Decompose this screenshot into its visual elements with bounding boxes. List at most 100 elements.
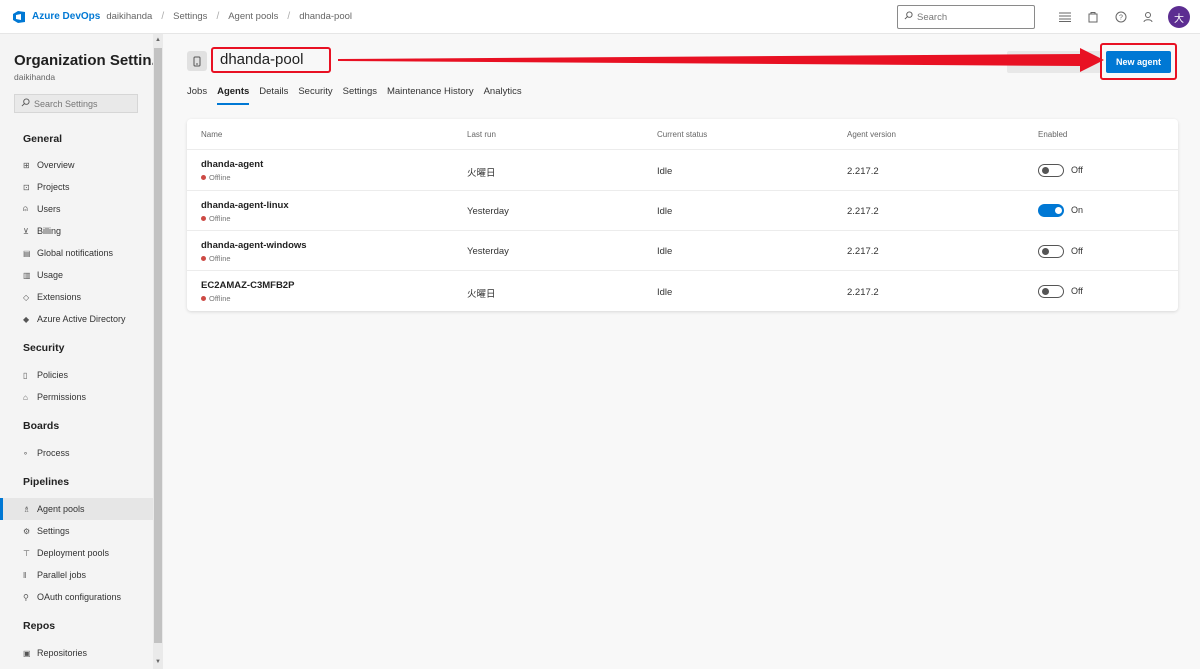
enabled-toggle[interactable] xyxy=(1038,204,1064,217)
gear-icon: ⚙ xyxy=(23,526,31,536)
tab-agents[interactable]: Agents xyxy=(217,86,250,105)
sidebar-item-label: OAuth configurations xyxy=(37,592,122,602)
agent-name[interactable]: dhanda-agent-windows xyxy=(201,240,307,251)
enabled-toggle[interactable] xyxy=(1038,285,1064,298)
sidebar-item-projects[interactable]: ⊡ Projects xyxy=(23,182,70,192)
brand-link[interactable]: Azure DevOps xyxy=(32,11,100,22)
last-run: 火曜日 xyxy=(467,289,496,300)
azure-devops-logo-icon[interactable] xyxy=(12,10,26,24)
agent-state: Offline xyxy=(201,214,231,223)
sidebar-item-label: Deployment pools xyxy=(37,548,110,558)
new-agent-button[interactable]: New agent xyxy=(1106,51,1171,73)
agent-name[interactable]: dhanda-agent-linux xyxy=(201,200,289,211)
sidebar-item-overview[interactable]: ⊞ Overview xyxy=(23,160,75,170)
current-status: Idle xyxy=(657,287,673,298)
breadcrumb-agent-pools[interactable]: Agent pools xyxy=(228,11,278,22)
breadcrumb-org[interactable]: daikihanda xyxy=(106,11,152,22)
table-row[interactable]: dhanda-agent Offline 火曜日 Idle 2.217.2 Of… xyxy=(187,149,1178,189)
tab-details[interactable]: Details xyxy=(259,86,288,103)
pool-tabs: Jobs Agents Details Security Settings Ma… xyxy=(187,86,532,105)
tab-analytics[interactable]: Analytics xyxy=(484,86,522,103)
sidebar-item-repositories[interactable]: ▣ Repositories xyxy=(23,648,87,658)
agent-pools-icon: ♗ xyxy=(23,504,31,514)
user-settings-icon[interactable] xyxy=(1135,5,1163,29)
agent-state-label: Offline xyxy=(209,214,231,223)
offline-dot-icon xyxy=(201,216,206,221)
column-header-enabled[interactable]: Enabled xyxy=(1038,130,1067,139)
column-header-name[interactable]: Name xyxy=(201,130,222,139)
breadcrumb-separator: / xyxy=(161,11,165,22)
agent-state-label: Offline xyxy=(209,294,231,303)
tab-jobs[interactable]: Jobs xyxy=(187,86,207,103)
scroll-up-icon[interactable]: ▲ xyxy=(154,35,162,45)
sidebar-item-parallel-jobs[interactable]: ‖ Parallel jobs xyxy=(23,570,86,580)
sidebar-item-process[interactable]: ∘ Process xyxy=(23,448,70,458)
top-bar-actions: Search ? 大 xyxy=(897,0,1200,34)
sidebar-active-indicator xyxy=(0,498,3,520)
sidebar-item-usage[interactable]: ▥ Usage xyxy=(23,270,63,280)
settings-search-input[interactable]: Search Settings xyxy=(14,94,138,113)
enabled-label: Off xyxy=(1071,246,1083,256)
section-repos: Repos xyxy=(23,620,56,632)
sidebar-item-billing[interactable]: ⊻ Billing xyxy=(23,226,61,236)
oauth-icon: ⚲ xyxy=(23,592,29,602)
column-header-status[interactable]: Current status xyxy=(657,130,707,139)
table-row[interactable]: dhanda-agent-windows Offline Yesterday I… xyxy=(187,230,1178,270)
agent-pool-icon xyxy=(187,51,207,71)
sidebar-item-permissions[interactable]: ⌂ Permissions xyxy=(23,392,86,402)
sidebar-item-extensions[interactable]: ◇ Extensions xyxy=(23,292,81,302)
enabled-toggle[interactable] xyxy=(1038,164,1064,177)
sidebar-item-label: Permissions xyxy=(37,392,87,402)
grid-icon: ⊞ xyxy=(23,160,30,170)
notification-icon: ▤ xyxy=(23,248,31,258)
agent-version: 2.217.2 xyxy=(847,206,879,217)
sidebar-item-policies[interactable]: ▯ Policies xyxy=(23,370,68,380)
sidebar-item-deployment-pools[interactable]: ⊤ Deployment pools xyxy=(23,548,109,558)
sidebar-item-label: Policies xyxy=(37,370,69,380)
sidebar-item-azure-active-directory[interactable]: ◆ Azure Active Directory xyxy=(23,314,126,324)
tab-security[interactable]: Security xyxy=(298,86,332,103)
breadcrumb-settings[interactable]: Settings xyxy=(173,11,207,22)
process-icon: ∘ xyxy=(23,448,29,458)
sidebar-item-label: Settings xyxy=(37,526,70,536)
sidebar-subtitle: daikihanda xyxy=(14,72,56,82)
tab-settings[interactable]: Settings xyxy=(343,86,377,103)
last-run: Yesterday xyxy=(467,246,509,257)
agent-name[interactable]: EC2AMAZ-C3MFB2P xyxy=(201,280,294,291)
offline-dot-icon xyxy=(201,256,206,261)
table-row[interactable]: EC2AMAZ-C3MFB2P Offline 火曜日 Idle 2.217.2… xyxy=(187,270,1178,310)
help-icon[interactable]: ? xyxy=(1107,5,1135,29)
column-header-version[interactable]: Agent version xyxy=(847,130,896,139)
avatar[interactable]: 大 xyxy=(1168,6,1190,28)
marketplace-bag-icon[interactable] xyxy=(1079,5,1107,29)
scroll-down-icon[interactable]: ▼ xyxy=(154,657,162,667)
top-bar: Azure DevOps daikihanda / Settings / Age… xyxy=(0,0,1200,34)
sidebar-item-oauth-configurations[interactable]: ⚲ OAuth configurations xyxy=(23,592,121,602)
sidebar-scrollbar[interactable]: ▲ ▼ xyxy=(153,34,163,669)
scrollbar-thumb[interactable] xyxy=(154,48,162,643)
svg-text:?: ? xyxy=(1119,15,1123,22)
enabled-toggle[interactable] xyxy=(1038,245,1064,258)
list-settings-icon[interactable] xyxy=(1051,5,1079,29)
sidebar-item-settings[interactable]: ⚙ Settings xyxy=(23,526,70,536)
sidebar-item-users[interactable]: ⍝ Users xyxy=(23,204,61,214)
sidebar-item-label: Projects xyxy=(37,182,70,192)
breadcrumb-pool[interactable]: dhanda-pool xyxy=(299,11,352,22)
sidebar-item-agent-pools[interactable]: ♗ Agent pools xyxy=(23,504,85,514)
global-search-input[interactable]: Search xyxy=(897,5,1035,29)
search-icon xyxy=(21,97,30,110)
breadcrumb-separator: / xyxy=(287,11,291,22)
table-row[interactable]: dhanda-agent-linux Offline Yesterday Idl… xyxy=(187,190,1178,230)
section-boards: Boards xyxy=(23,420,60,432)
enabled-label: Off xyxy=(1071,165,1083,175)
column-header-last-run[interactable]: Last run xyxy=(467,130,496,139)
sidebar-item-label: Azure Active Directory xyxy=(37,314,126,324)
section-security: Security xyxy=(23,342,65,354)
search-placeholder: Search xyxy=(917,11,948,23)
current-status: Idle xyxy=(657,166,673,177)
breadcrumb-separator: / xyxy=(216,11,220,22)
agent-state: Offline xyxy=(201,294,231,303)
tab-maintenance-history[interactable]: Maintenance History xyxy=(387,86,474,103)
agent-name[interactable]: dhanda-agent xyxy=(201,159,263,170)
sidebar-item-global-notifications[interactable]: ▤ Global notifications xyxy=(23,248,113,258)
